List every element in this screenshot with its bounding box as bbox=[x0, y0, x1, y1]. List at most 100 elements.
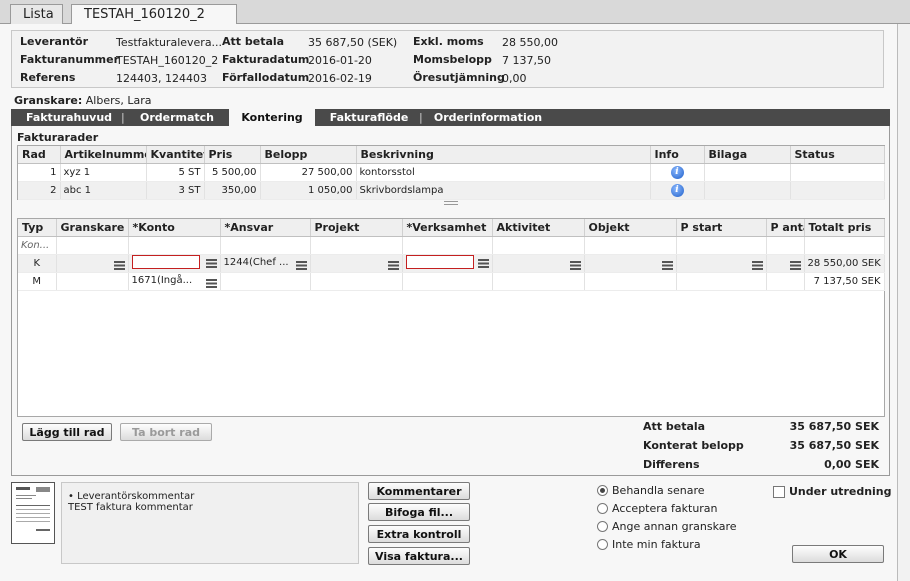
menu-icon[interactable] bbox=[387, 260, 399, 270]
cell-belopp: 27 500,00 bbox=[260, 163, 357, 182]
col-objekt[interactable]: Objekt bbox=[584, 219, 677, 237]
cell-verksamhet[interactable] bbox=[402, 254, 493, 273]
filter-cell[interactable] bbox=[676, 236, 767, 255]
filter-cell[interactable] bbox=[804, 236, 885, 255]
table-row[interactable]: 1 xyz 1 5 ST 5 500,00 27 500,00 kontorss… bbox=[18, 163, 885, 182]
differens-value: 0,00 SEK bbox=[824, 458, 879, 471]
splitter-handle[interactable] bbox=[444, 201, 458, 205]
oresutjamning-label: Öresutjämning bbox=[413, 71, 505, 84]
info-icon[interactable]: i bbox=[670, 165, 684, 179]
konterat-label: Konterat belopp bbox=[643, 439, 744, 452]
table-row[interactable]: 2 abc 1 3 ST 350,00 1 050,00 Skrivbordsl… bbox=[18, 181, 885, 200]
tab-fakturahuvud[interactable]: Fakturahuvud bbox=[17, 109, 121, 126]
menu-icon[interactable] bbox=[661, 260, 673, 270]
cell-p-antal[interactable] bbox=[766, 254, 805, 273]
menu-icon[interactable] bbox=[569, 260, 581, 270]
ok-button[interactable]: OK bbox=[792, 545, 884, 563]
fakturarader-grid: Rad Artikelnummer Kvantitet Pris Belopp … bbox=[17, 145, 885, 200]
cell-totalt: 7 137,50 SEK bbox=[804, 272, 885, 291]
col-typ[interactable]: Typ bbox=[18, 219, 57, 237]
cell-p-start bbox=[676, 272, 767, 291]
remove-row-button[interactable]: Ta bort rad bbox=[120, 423, 212, 441]
invoice-thumbnail[interactable] bbox=[11, 482, 55, 544]
menu-icon[interactable] bbox=[113, 260, 125, 270]
tab-fakturaflode[interactable]: Fakturaflöde bbox=[323, 109, 415, 126]
filter-row: Kon... bbox=[18, 236, 885, 255]
cell-ansvar[interactable]: 1244(Chef ... bbox=[220, 254, 311, 273]
tab-invoice-label: TESTAH_160120_2 bbox=[84, 7, 205, 22]
col-kvantitet[interactable]: Kvantitet bbox=[146, 146, 205, 164]
col-p-antal[interactable]: P antal bbox=[766, 219, 805, 237]
cell-konto[interactable] bbox=[128, 254, 221, 273]
radio-inte-min-faktura[interactable] bbox=[597, 539, 608, 550]
col-ansvar[interactable]: *Ansvar bbox=[220, 219, 311, 237]
cell-projekt bbox=[310, 272, 403, 291]
col-aktivitet[interactable]: Aktivitet bbox=[492, 219, 585, 237]
add-row-button[interactable]: Lägg till rad bbox=[22, 423, 112, 441]
extra-control-button[interactable]: Extra kontroll bbox=[368, 525, 470, 543]
col-info[interactable]: Info bbox=[650, 146, 705, 164]
cell-objekt[interactable] bbox=[584, 254, 677, 273]
tab-separator: | bbox=[419, 111, 423, 124]
momsbelopp-value: 7 137,50 bbox=[502, 54, 551, 67]
cell-projekt[interactable] bbox=[310, 254, 403, 273]
cell-ansvar bbox=[220, 272, 311, 291]
menu-icon[interactable] bbox=[751, 260, 763, 270]
tab-ordermatch[interactable]: Ordermatch bbox=[131, 109, 223, 126]
menu-icon[interactable] bbox=[205, 278, 217, 288]
col-konto[interactable]: *Konto bbox=[128, 219, 221, 237]
attach-file-button[interactable]: Bifoga fil... bbox=[368, 503, 470, 521]
konto-input[interactable] bbox=[131, 254, 200, 269]
filter-typ[interactable]: Kon... bbox=[18, 236, 57, 255]
menu-icon[interactable] bbox=[295, 260, 307, 270]
col-belopp[interactable]: Belopp bbox=[260, 146, 357, 164]
col-bilaga[interactable]: Bilaga bbox=[704, 146, 791, 164]
tab-kontering[interactable]: Kontering bbox=[229, 109, 315, 126]
table-row[interactable]: M 1671(Ingå... 7 137,50 SEK bbox=[18, 272, 885, 291]
table-row[interactable]: K 1244(Chef ... 28 550,00 SEK bbox=[18, 254, 885, 273]
radio-behandla-senare[interactable] bbox=[597, 485, 608, 496]
cell-artikel: abc 1 bbox=[60, 181, 147, 200]
filter-cell[interactable] bbox=[128, 236, 221, 255]
filter-cell[interactable] bbox=[56, 236, 129, 255]
info-icon[interactable]: i bbox=[670, 183, 684, 197]
tab-lista[interactable]: Lista bbox=[10, 4, 63, 24]
fakturarader-title: Fakturarader bbox=[17, 131, 99, 144]
menu-icon[interactable] bbox=[477, 258, 489, 268]
col-pris[interactable]: Pris bbox=[204, 146, 261, 164]
show-invoice-button[interactable]: Visa faktura... bbox=[368, 547, 470, 565]
radio-acceptera[interactable] bbox=[597, 503, 608, 514]
cell-konto[interactable]: 1671(Ingå... bbox=[128, 272, 221, 291]
filter-cell[interactable] bbox=[766, 236, 805, 255]
filter-cell[interactable] bbox=[492, 236, 585, 255]
menu-icon[interactable] bbox=[789, 260, 801, 270]
col-rad[interactable]: Rad bbox=[18, 146, 61, 164]
col-totalt-pris[interactable]: Totalt pris bbox=[804, 219, 885, 237]
cell-pris: 350,00 bbox=[204, 181, 261, 200]
col-projekt[interactable]: Projekt bbox=[310, 219, 403, 237]
tab-orderinformation[interactable]: Orderinformation bbox=[429, 109, 547, 126]
tab-invoice[interactable]: TESTAH_160120_2 X bbox=[71, 4, 237, 36]
col-verksamhet[interactable]: *Verksamhet bbox=[402, 219, 493, 237]
under-utredning-checkbox[interactable] bbox=[773, 486, 785, 498]
comments-button[interactable]: Kommentarer bbox=[368, 482, 470, 500]
col-p-start[interactable]: P start bbox=[676, 219, 767, 237]
filter-cell[interactable] bbox=[310, 236, 403, 255]
cell-p-start[interactable] bbox=[676, 254, 767, 273]
filter-cell[interactable] bbox=[584, 236, 677, 255]
col-status[interactable]: Status bbox=[790, 146, 885, 164]
radio-annan-granskare[interactable] bbox=[597, 521, 608, 532]
col-beskrivning[interactable]: Beskrivning bbox=[356, 146, 651, 164]
verksamhet-input[interactable] bbox=[405, 254, 474, 269]
filter-cell[interactable] bbox=[220, 236, 311, 255]
forfallodatum-value: 2016-02-19 bbox=[308, 72, 372, 85]
momsbelopp-label: Momsbelopp bbox=[413, 53, 492, 66]
cell-info: i bbox=[650, 181, 705, 200]
col-artikelnummer[interactable]: Artikelnummer bbox=[60, 146, 147, 164]
col-granskare[interactable]: Granskare bbox=[56, 219, 129, 237]
cell-granskare[interactable] bbox=[56, 254, 129, 273]
menu-icon[interactable] bbox=[205, 258, 217, 268]
filter-cell[interactable] bbox=[402, 236, 493, 255]
granskare-value: Albers, Lara bbox=[85, 94, 152, 107]
cell-aktivitet[interactable] bbox=[492, 254, 585, 273]
